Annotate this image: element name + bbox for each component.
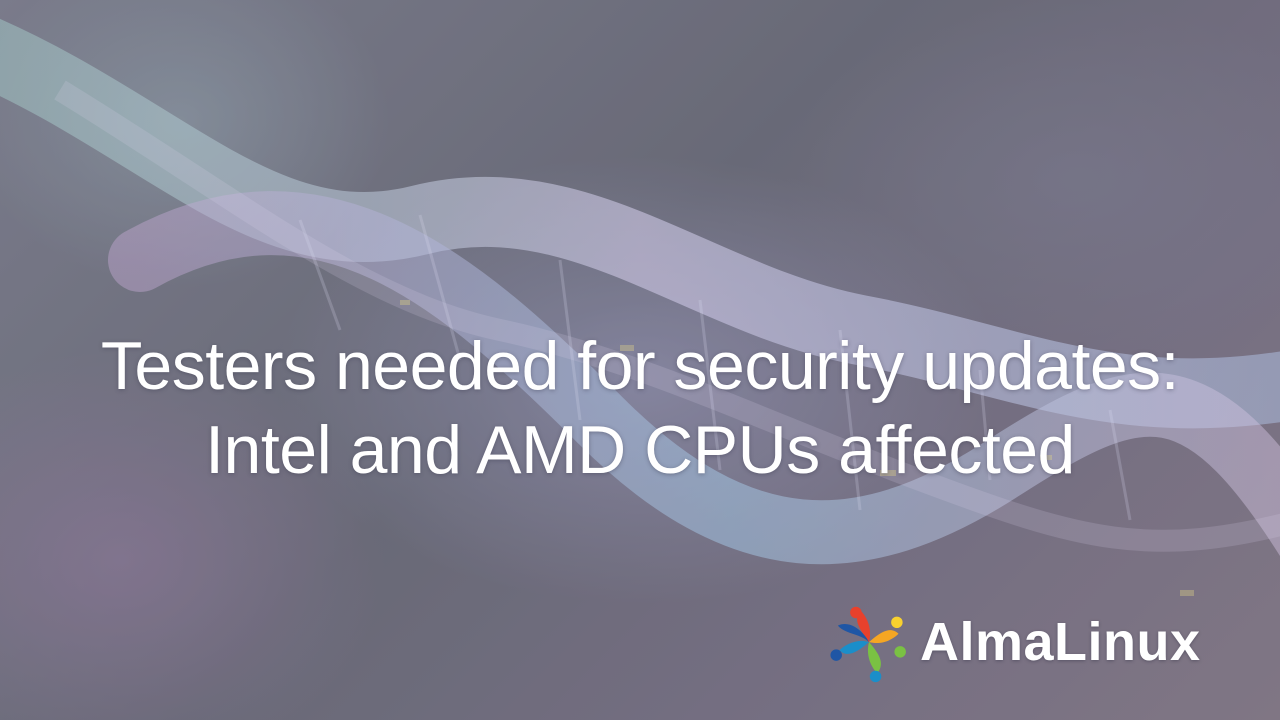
almalinux-logo-icon [830,606,906,683]
headline: Testers needed for security updates: Int… [0,324,1280,492]
brand-name: AlmaLinux [920,612,1201,672]
headline-line-2: Intel and AMD CPUs affected [205,411,1075,488]
headline-line-1: Testers needed for security updates: [100,327,1180,404]
brand-logo: AlmaLinux [828,600,1201,684]
